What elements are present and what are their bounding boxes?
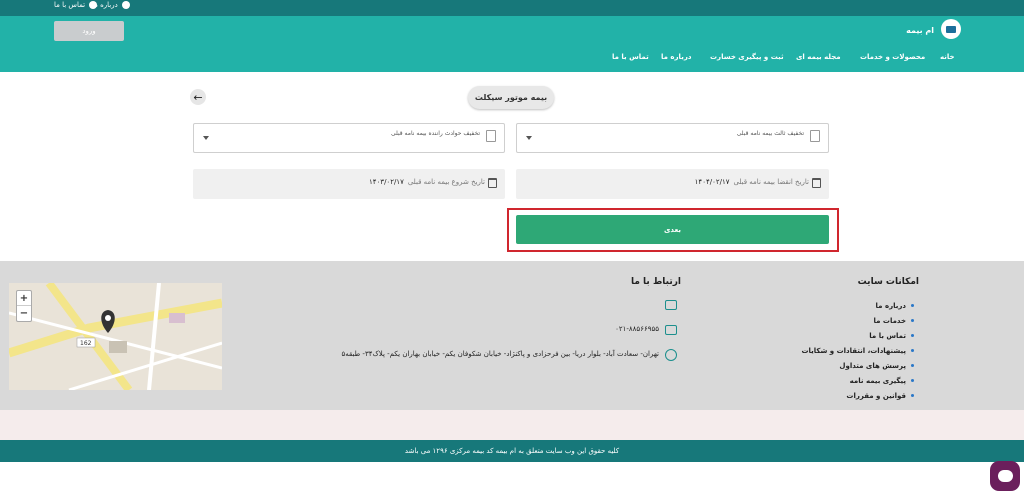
footer-phone: ۰۲۱-۸۸۵۶۶۹۵۵ (615, 325, 659, 333)
driver-discount-select[interactable]: تخفیف حوادث راننده بیمه نامه قبلی (193, 123, 505, 153)
map-graphic: 162 (9, 283, 222, 390)
calendar-icon (488, 178, 497, 188)
map-zoom-out-button[interactable]: − (17, 306, 31, 321)
site-features-heading: امکانات سایت (857, 277, 919, 287)
copyright-bar: کلیه حقوق این وب سایت متعلق به ام بیمه ک… (0, 440, 1024, 462)
nav-item-claims[interactable]: ثبت و پیگیری خسارت (710, 53, 784, 61)
expiry-date-value: ۱۴۰۴/۰۲/۱۷ (694, 178, 730, 186)
expiry-date-field[interactable]: تاریخ انقضا بیمه نامه قبلی۱۴۰۴/۰۲/۱۷ (516, 169, 829, 199)
nav-item-contact[interactable]: تماس با ما (612, 53, 649, 61)
phone-icon (665, 325, 677, 335)
chevron-down-icon (526, 136, 532, 140)
brand-name: ام بیمه (906, 26, 934, 35)
highlight-box (507, 208, 839, 252)
site-links-list: درباره ما خدمات ما تماس با ما پیشنهادات،… (801, 298, 914, 403)
start-date-value: ۱۴۰۳/۰۲/۱۷ (369, 178, 404, 186)
footer-link-feedback[interactable]: پیشنهادات، انتقادات و شکایات (801, 343, 914, 358)
footer-link-faq[interactable]: پرسش های متداول (801, 358, 914, 373)
footer-link-rules[interactable]: قوانین و مقررات (801, 388, 914, 403)
info-icon (121, 1, 130, 9)
nav-item-magazine[interactable]: مجله بیمه ای (796, 53, 841, 61)
map-zoom-control: + − (16, 290, 32, 322)
prev-discount-select[interactable]: تخفیف ثالث بیمه نامه قبلی (516, 123, 829, 153)
chat-bubble-icon[interactable] (990, 461, 1020, 491)
location-map[interactable]: 162 (9, 283, 222, 390)
nav-item-about[interactable]: درباره ما (661, 53, 691, 61)
form-icon (810, 130, 820, 142)
map-zoom-in-button[interactable]: + (17, 291, 31, 306)
footer-link-services[interactable]: خدمات ما (801, 313, 914, 328)
logo-icon[interactable] (941, 19, 961, 39)
start-date-field[interactable]: تاریخ شروع بیمه نامه قبلی۱۴۰۳/۰۲/۱۷ (193, 169, 505, 199)
login-button[interactable]: ورود (54, 21, 124, 41)
footer-link-tracking[interactable]: پیگیری بیمه نامه (801, 373, 914, 388)
calendar-icon (812, 178, 821, 188)
contact-heading: ارتباط با ما (630, 277, 681, 287)
topbar-contact-link[interactable]: تماس با ما (54, 1, 98, 9)
location-pin-icon (665, 349, 677, 361)
site-header (0, 16, 1024, 72)
footer-spacer (0, 410, 1024, 440)
topbar-about-link[interactable]: درباره ما (92, 1, 130, 9)
footer-address: تهران- سعادت آباد- بلوار دریا- بین فرحزا… (341, 350, 659, 358)
footer-link-about[interactable]: درباره ما (801, 298, 914, 313)
page-title: بیمه موتور سیکلت (468, 86, 554, 109)
chevron-down-icon (203, 136, 209, 140)
nav-item-home[interactable]: خانه (940, 53, 955, 61)
footer-link-contact[interactable]: تماس با ما (801, 328, 914, 343)
nav-item-products[interactable]: محصولات و خدمات (860, 53, 925, 61)
form-icon (486, 130, 496, 142)
email-icon[interactable] (665, 300, 677, 310)
back-arrow-icon[interactable]: ← (190, 89, 206, 105)
top-bar: تماس با ما درباره ما (0, 0, 1024, 16)
svg-text:162: 162 (80, 340, 92, 347)
